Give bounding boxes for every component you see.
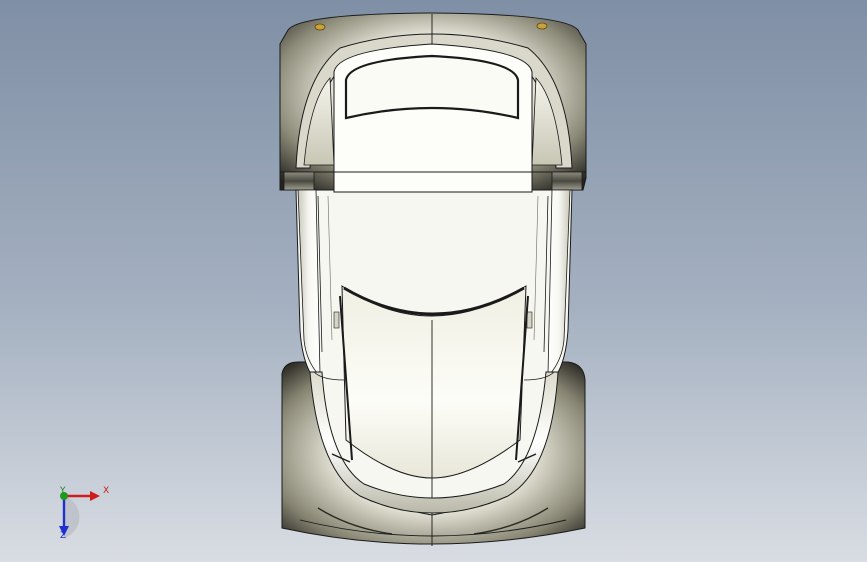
- triad-graphic: [59, 491, 100, 538]
- x-axis-label: X: [103, 486, 110, 496]
- coordinate-triad: X Y Z: [40, 478, 130, 548]
- y-axis-label: Y: [60, 486, 66, 496]
- roof-panel[interactable]: [333, 43, 533, 193]
- car-model-top-view[interactable]: [0, 0, 867, 562]
- z-axis-label: Z: [60, 531, 67, 541]
- 3d-viewport[interactable]: X Y Z: [0, 0, 867, 562]
